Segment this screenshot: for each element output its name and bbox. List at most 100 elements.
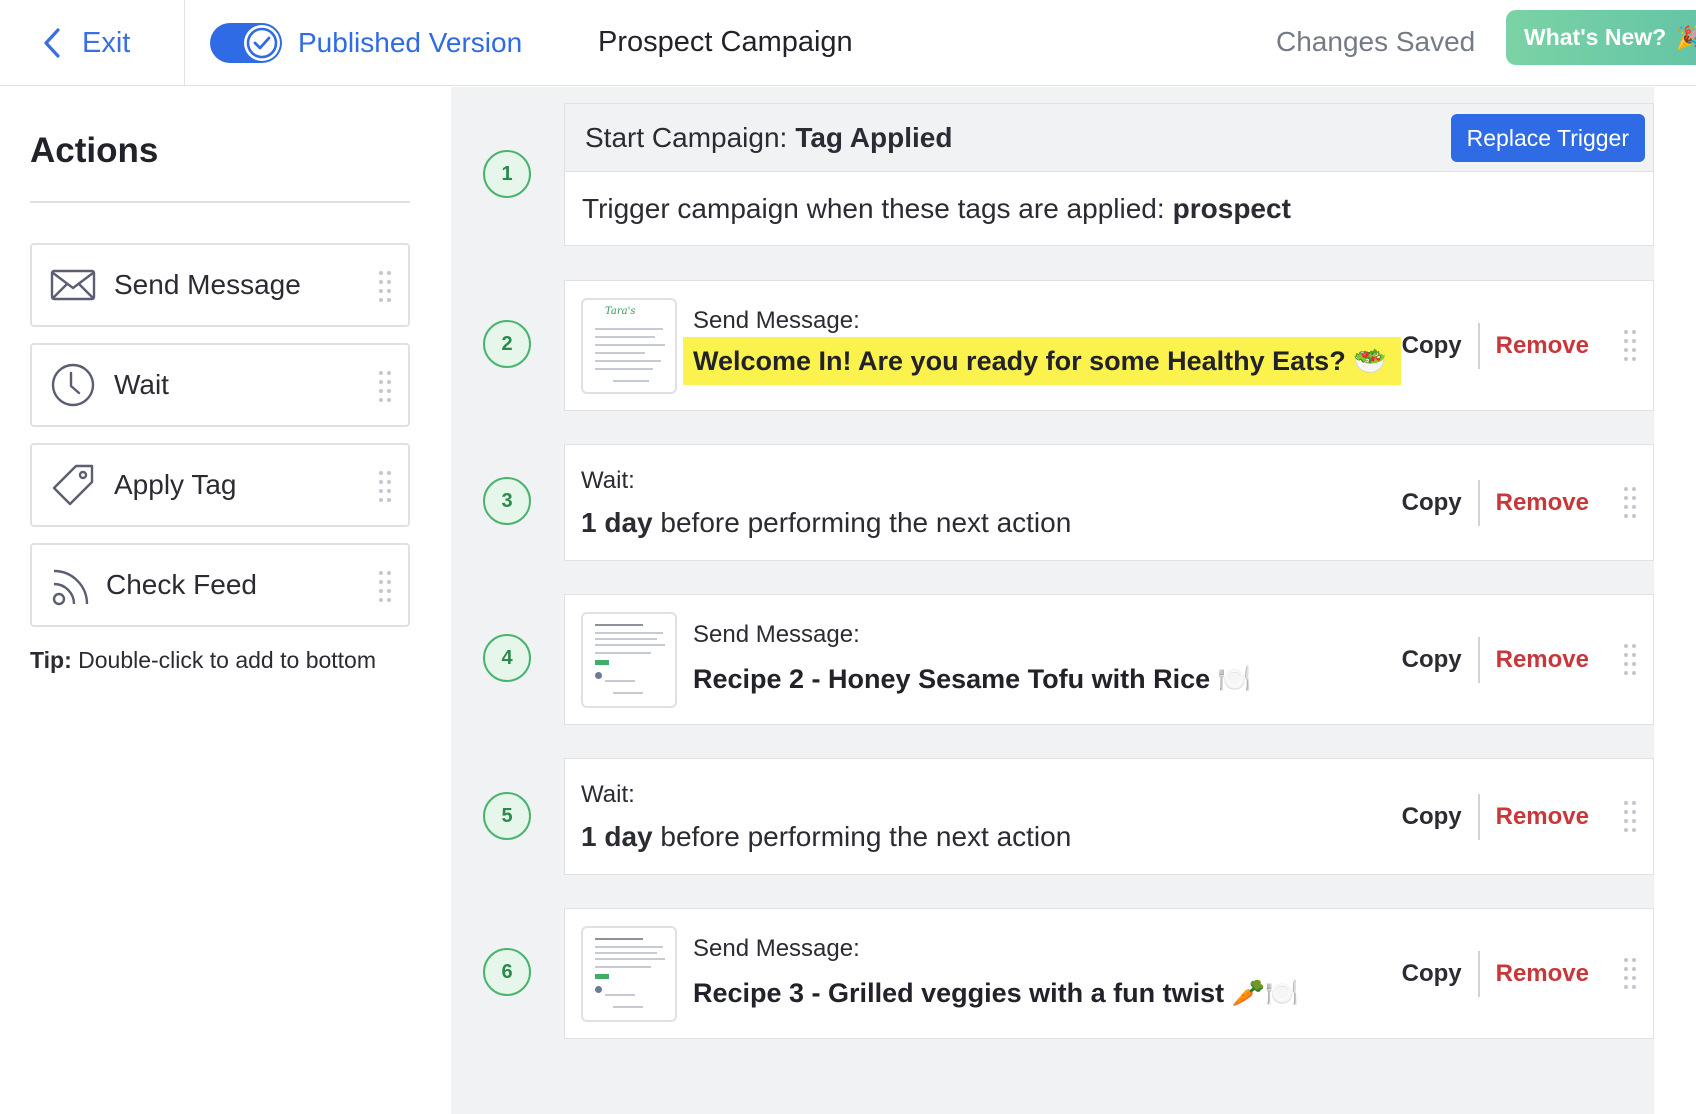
action-label: Wait (114, 369, 169, 400)
trigger-prefix: Start Campaign: (585, 121, 788, 153)
carrot-plate-icon: 🥕🍽️ (1231, 978, 1299, 1008)
actions-sidebar: Actions Send Message Wait Apply Tag Chec… (0, 87, 450, 1114)
clock-icon (50, 362, 96, 408)
card-actions: Copy Remove (1386, 759, 1653, 874)
trigger-tag-name: prospect (1172, 193, 1291, 224)
tag-icon (50, 462, 96, 508)
copy-button[interactable]: Copy (1386, 332, 1478, 360)
copy-button[interactable]: Copy (1386, 803, 1478, 831)
sidebar-divider (30, 201, 410, 203)
header-divider (184, 0, 185, 86)
send-message-card[interactable]: Tara's Send Message: Welcome In! Are you… (564, 280, 1654, 411)
exit-label: Exit (82, 26, 131, 59)
action-label: Check Feed (106, 569, 257, 600)
published-version-label[interactable]: Published Version (298, 27, 522, 59)
step-number: 5 (483, 792, 531, 840)
card-label: Wait: (581, 467, 635, 494)
drag-handle-icon[interactable] (1623, 328, 1637, 364)
remove-button[interactable]: Remove (1480, 332, 1605, 360)
email-thumbnail[interactable] (581, 926, 677, 1022)
drag-handle-icon[interactable] (1623, 485, 1637, 521)
wait-duration: 1 day (581, 821, 653, 852)
remove-button[interactable]: Remove (1480, 803, 1605, 831)
step-number: 6 (483, 948, 531, 996)
message-title: Recipe 3 - Grilled veggies with a fun tw… (693, 977, 1299, 1009)
copy-button[interactable]: Copy (1386, 646, 1478, 674)
check-icon (246, 27, 278, 59)
drag-handle-icon[interactable] (1623, 642, 1637, 678)
step-number: 4 (483, 634, 531, 682)
card-actions: Copy Remove (1386, 595, 1653, 724)
published-toggle-group: Published Version (210, 16, 522, 70)
copy-button[interactable]: Copy (1386, 960, 1478, 988)
wait-duration: 1 day (581, 507, 653, 538)
drag-handle-icon[interactable] (378, 469, 392, 505)
tip-body: Double-click to add to bottom (78, 647, 377, 673)
action-label: Apply Tag (114, 469, 237, 500)
envelope-icon (50, 262, 96, 308)
action-send-message[interactable]: Send Message (30, 243, 410, 327)
email-thumbnail[interactable]: Tara's (581, 298, 677, 394)
plate-icon: 🍽️ (1217, 664, 1252, 694)
message-title-text: Welcome In! Are you ready for some Healt… (693, 346, 1346, 376)
card-label: Wait: (581, 781, 635, 808)
sidebar-title: Actions (30, 131, 159, 170)
action-label: Send Message (114, 269, 301, 300)
thumbnail-logo: Tara's (605, 306, 636, 317)
whats-new-button[interactable]: What's New? 🎉 (1506, 10, 1696, 65)
drag-handle-icon[interactable] (378, 369, 392, 405)
card-label: Send Message: (693, 935, 860, 962)
step-number: 1 (483, 150, 531, 198)
tip-label: Tip: (30, 647, 72, 673)
message-title: Welcome In! Are you ready for some Healt… (683, 337, 1401, 385)
action-apply-tag[interactable]: Apply Tag (30, 443, 410, 527)
wait-card[interactable]: Wait: 1 day before performing the next a… (564, 444, 1654, 561)
top-bar: Exit Published Version Prospect Campaign… (0, 0, 1696, 86)
thumbnail-avatar (595, 672, 602, 679)
save-status: Changes Saved (1276, 26, 1476, 57)
remove-button[interactable]: Remove (1480, 646, 1605, 674)
trigger-type: Tag Applied (795, 121, 953, 153)
right-panel-edge (1654, 87, 1696, 1114)
trigger-body-text: Trigger campaign when these tags are app… (582, 193, 1165, 224)
whats-new-label: What's New? (1524, 24, 1667, 50)
message-title-text: Recipe 2 - Honey Sesame Tofu with Rice (693, 664, 1211, 694)
published-toggle[interactable] (210, 23, 282, 63)
drag-handle-icon[interactable] (1623, 956, 1637, 992)
trigger-description[interactable]: Trigger campaign when these tags are app… (565, 172, 1653, 246)
remove-button[interactable]: Remove (1480, 489, 1605, 517)
rss-feed-icon (50, 562, 96, 608)
copy-button[interactable]: Copy (1386, 489, 1478, 517)
message-title: Recipe 2 - Honey Sesame Tofu with Rice 🍽… (693, 663, 1251, 695)
card-label: Send Message: (693, 621, 860, 648)
replace-trigger-button[interactable]: Replace Trigger (1450, 114, 1645, 162)
exit-button[interactable]: Exit (40, 18, 130, 68)
wait-card[interactable]: Wait: 1 day before performing the next a… (564, 758, 1654, 875)
salad-icon: 🥗 (1353, 346, 1387, 376)
toggle-knob (244, 25, 280, 61)
action-check-feed[interactable]: Check Feed (30, 543, 410, 627)
remove-button[interactable]: Remove (1480, 960, 1605, 988)
step-number: 3 (483, 477, 531, 525)
trigger-card: Start Campaign: Tag Applied Replace Trig… (564, 103, 1654, 246)
thumbnail-button (595, 660, 609, 665)
card-actions: Copy Remove (1386, 281, 1653, 410)
drag-handle-icon[interactable] (378, 269, 392, 305)
send-message-card[interactable]: Send Message: Recipe 2 - Honey Sesame To… (564, 594, 1654, 725)
wait-description: 1 day before performing the next action (581, 507, 1071, 539)
campaign-title[interactable]: Prospect Campaign (598, 20, 853, 64)
action-wait[interactable]: Wait (30, 343, 410, 427)
drag-handle-icon[interactable] (378, 569, 392, 605)
thumbnail-avatar (595, 986, 602, 993)
email-thumbnail[interactable] (581, 612, 677, 708)
drag-handle-icon[interactable] (1623, 799, 1637, 835)
send-message-card[interactable]: Send Message: Recipe 3 - Grilled veggies… (564, 908, 1654, 1039)
party-icon: 🎉 (1676, 24, 1696, 50)
thumbnail-button (595, 974, 609, 979)
wait-rest: before performing the next action (660, 821, 1072, 852)
card-label: Send Message: (693, 307, 860, 334)
wait-description: 1 day before performing the next action (581, 821, 1071, 853)
tip-text: Tip: Double-click to add to bottom (30, 647, 376, 674)
message-title-text: Recipe 3 - Grilled veggies with a fun tw… (693, 978, 1225, 1008)
chevron-left-icon (44, 28, 60, 58)
